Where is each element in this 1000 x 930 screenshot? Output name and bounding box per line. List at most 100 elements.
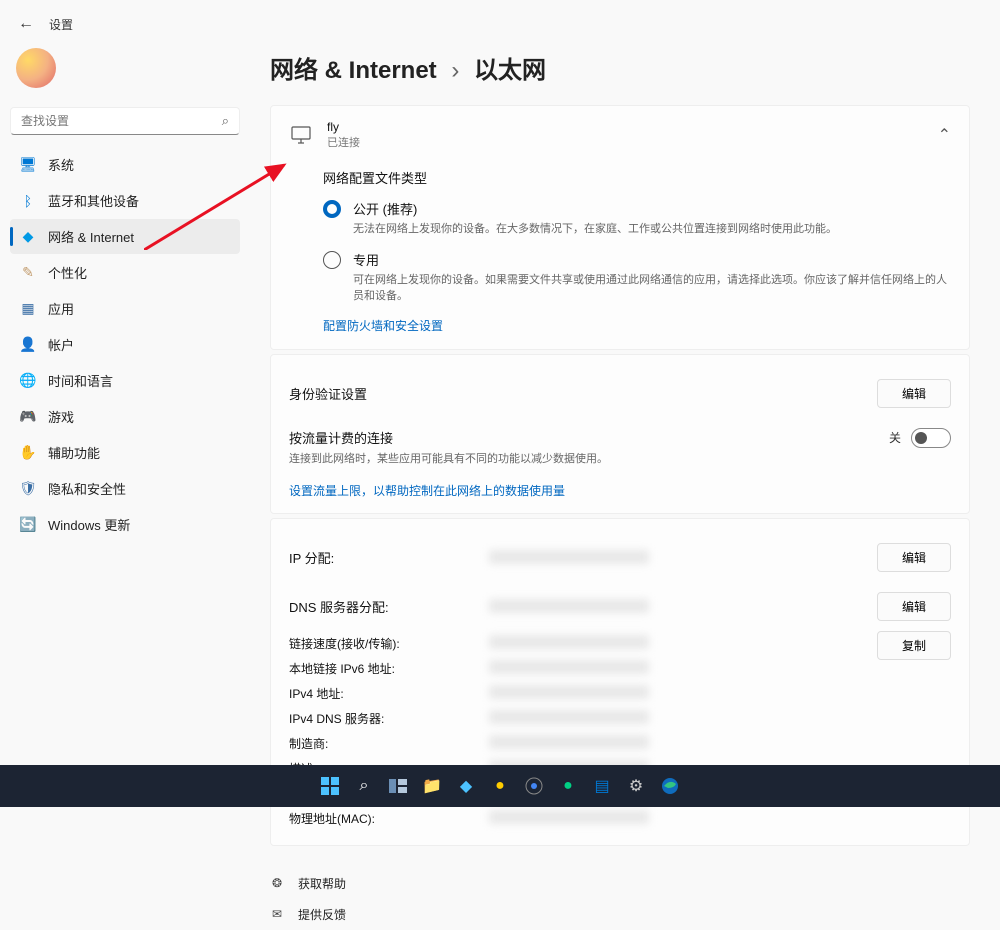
- nav-label: 时间和语言: [48, 371, 113, 390]
- auth-label: 身份验证设置: [289, 384, 489, 403]
- toggle-state-label: 关: [889, 429, 901, 446]
- info-row: 制造商:: [289, 731, 951, 756]
- sidebar-item[interactable]: ᛒ 蓝牙和其他设备: [10, 183, 240, 218]
- nav-icon: ✎: [20, 265, 36, 281]
- get-help-link[interactable]: ❂ 获取帮助: [272, 868, 970, 899]
- connection-header[interactable]: fly 已连接 ⌃: [289, 120, 951, 150]
- nav-icon: 🌐: [20, 373, 36, 389]
- info-row: 本地链接 IPv6 地址:: [289, 656, 951, 681]
- sidebar-item[interactable]: 🎮 游戏: [10, 399, 240, 434]
- info-row: 物理地址(MAC):: [289, 806, 951, 831]
- dns-edit-button[interactable]: 编辑: [877, 592, 951, 621]
- back-icon[interactable]: ←: [18, 15, 34, 33]
- firewall-link[interactable]: 配置防火墙和安全设置: [323, 317, 443, 334]
- search-input[interactable]: [21, 114, 222, 128]
- taskbar: ⌕ 📁 ◆ ● ● ▤ ⚙: [0, 765, 1000, 807]
- explorer-icon[interactable]: 📁: [418, 772, 446, 800]
- app-icon-4[interactable]: ▤: [588, 772, 616, 800]
- info-label: 物理地址(MAC):: [289, 810, 489, 827]
- sidebar-item[interactable]: 🔄Windows 更新: [10, 507, 240, 542]
- chrome-icon[interactable]: [520, 772, 548, 800]
- profile-option[interactable]: 专用可在网络上发现你的设备。如果需要文件共享或使用通过此网络通信的应用，请选择此…: [323, 250, 951, 305]
- start-icon[interactable]: [316, 772, 344, 800]
- sidebar-item[interactable]: 🌐 时间和语言: [10, 363, 240, 398]
- settings-icon[interactable]: ⚙: [622, 772, 650, 800]
- connection-name: fly: [327, 120, 360, 134]
- ip-edit-button[interactable]: 编辑: [877, 543, 951, 572]
- ip-label: IP 分配:: [289, 548, 489, 567]
- nav-icon: 🖥: [20, 157, 36, 173]
- copy-button[interactable]: 复制: [877, 631, 951, 660]
- nav-label: 应用: [48, 299, 74, 318]
- radio-label: 专用: [353, 250, 951, 269]
- sidebar-item[interactable]: ◆ 网络 & Internet: [10, 219, 240, 254]
- sidebar-item[interactable]: ▦ 应用: [10, 291, 240, 326]
- ip-row: IP 分配: 编辑: [289, 533, 951, 582]
- nav-icon: ◆: [20, 229, 36, 245]
- radio-desc: 可在网络上发现你的设备。如果需要文件共享或使用通过此网络通信的应用，请选择此选项…: [353, 272, 951, 305]
- nav-icon: ᛒ: [20, 193, 36, 209]
- info-row: IPv4 地址:: [289, 681, 951, 706]
- info-label: 链接速度(接收/传输):: [289, 635, 489, 652]
- radio-icon[interactable]: [323, 200, 341, 218]
- chevron-right-icon: ›: [451, 57, 459, 84]
- info-value: [489, 685, 649, 699]
- ethernet-card: fly 已连接 ⌃ 网络配置文件类型 公开 (推荐) 无法在网络上发现你的设备。在…: [270, 105, 970, 350]
- nav-icon: 🎮: [20, 409, 36, 425]
- info-row: IPv4 DNS 服务器:: [289, 706, 951, 731]
- info-value: [489, 810, 649, 824]
- app-icon-2[interactable]: ●: [486, 772, 514, 800]
- info-label: 本地链接 IPv6 地址:: [289, 660, 489, 677]
- auth-edit-button[interactable]: 编辑: [877, 379, 951, 408]
- info-row: 链接速度(接收/传输):: [289, 631, 951, 656]
- search-icon: ⌕: [222, 113, 229, 129]
- info-label: 制造商:: [289, 735, 489, 752]
- radio-icon[interactable]: [323, 251, 341, 269]
- nav-label: 隐私和安全性: [48, 479, 126, 498]
- monitor-icon: [289, 126, 313, 144]
- info-value: [489, 660, 649, 674]
- chevron-up-icon: ⌃: [938, 125, 951, 145]
- edge-icon[interactable]: [656, 772, 684, 800]
- sidebar-item[interactable]: ✎个性化: [10, 255, 240, 290]
- app-icon-1[interactable]: ◆: [452, 772, 480, 800]
- breadcrumb-parent[interactable]: 网络 & Internet: [270, 57, 437, 84]
- info-value: [489, 635, 649, 649]
- radio-label: 公开 (推荐): [353, 199, 837, 218]
- avatar[interactable]: [16, 48, 56, 88]
- profile-section-title: 网络配置文件类型: [323, 168, 951, 187]
- sidebar-item[interactable]: ✋辅助功能: [10, 435, 240, 470]
- search-box[interactable]: ⌕: [10, 107, 240, 135]
- nav-icon: 🛡: [20, 481, 36, 497]
- header-title: 设置: [49, 16, 73, 33]
- metered-desc: 连接到此网络时，某些应用可能具有不同的功能以减少数据使用。: [289, 450, 889, 466]
- sidebar-item[interactable]: 🛡 隐私和安全性: [10, 471, 240, 506]
- info-value: [489, 710, 649, 724]
- task-view-icon[interactable]: [384, 772, 412, 800]
- search-icon[interactable]: ⌕: [350, 772, 378, 800]
- nav-label: 帐户: [48, 335, 74, 354]
- breadcrumb: 网络 & Internet › 以太网: [270, 50, 970, 85]
- metered-toggle[interactable]: [911, 428, 951, 448]
- app-icon-3[interactable]: ●: [554, 772, 582, 800]
- info-label: IPv4 DNS 服务器:: [289, 710, 489, 727]
- auth-row: 身份验证设置 编辑: [289, 369, 951, 418]
- connection-status: 已连接: [327, 134, 360, 150]
- sidebar-item[interactable]: 🖥系统: [10, 147, 240, 182]
- dns-row: DNS 服务器分配: 编辑: [289, 582, 951, 631]
- info-value: [489, 735, 649, 749]
- nav-icon: ▦: [20, 301, 36, 317]
- radio-desc: 无法在网络上发现你的设备。在大多数情况下，在家庭、工作或公共位置连接到网络时使用…: [353, 221, 837, 238]
- data-limit-link[interactable]: 设置流量上限，以帮助控制在此网络上的数据使用量: [289, 482, 951, 499]
- metered-row: 按流量计费的连接 连接到此网络时，某些应用可能具有不同的功能以减少数据使用。 关: [289, 418, 951, 476]
- nav-icon: 👤: [20, 337, 36, 353]
- nav-label: 网络 & Internet: [48, 227, 134, 246]
- nav-label: 蓝牙和其他设备: [48, 191, 139, 210]
- info-label: IPv4 地址:: [289, 685, 489, 702]
- nav-label: Windows 更新: [48, 515, 130, 534]
- nav-label: 游戏: [48, 407, 74, 426]
- sidebar-item[interactable]: 👤 帐户: [10, 327, 240, 362]
- feedback-icon: ✉: [272, 907, 288, 921]
- profile-option[interactable]: 公开 (推荐) 无法在网络上发现你的设备。在大多数情况下，在家庭、工作或公共位置连…: [323, 199, 951, 238]
- feedback-link[interactable]: ✉ 提供反馈: [272, 899, 970, 930]
